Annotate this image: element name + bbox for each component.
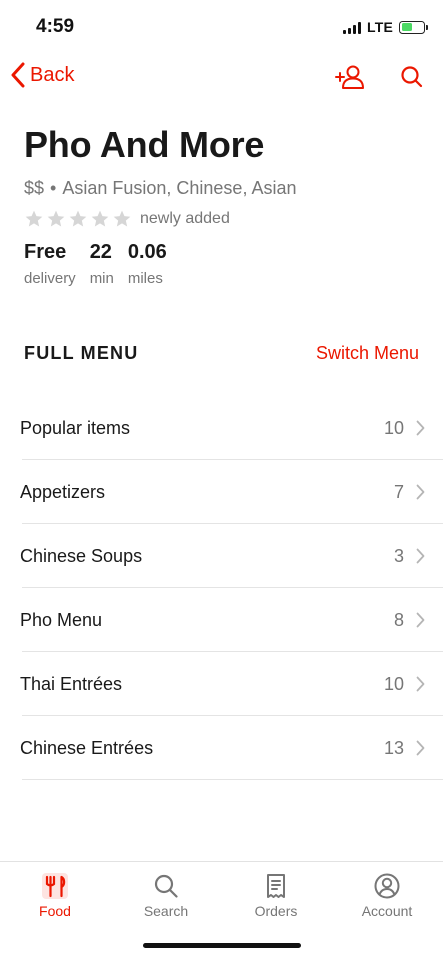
receipt-icon [267,874,285,898]
tab-label: Food [39,903,71,919]
chevron-right-icon [416,740,425,756]
delivery-stats: Free delivery 22 min 0.06 miles [24,241,419,287]
category-count: 10 [383,673,404,694]
tab-account[interactable]: Account [342,872,432,919]
menu-category-appetizers[interactable]: Appetizers 7 [0,460,443,524]
status-indicators: LTE [342,19,428,35]
group-order-icon [335,65,364,89]
menu-category-chinese-soups[interactable]: Chinese Soups 3 [0,524,443,588]
category-count: 8 [393,609,404,630]
chevron-right-icon [416,548,425,564]
category-name: Pho Menu [20,609,103,630]
chevron-right-icon [416,676,425,692]
account-icon [374,873,400,899]
delivery-time-stat: 22 min [90,241,114,287]
category-count: 7 [393,481,404,502]
store-header: Pho And More $$ • Asian Fusion, Chinese,… [24,124,419,287]
rating-text: newly added [140,210,230,227]
switch-menu-button[interactable]: Switch Menu [316,343,419,364]
category-name: Thai Entrées [20,673,123,694]
store-meta: $$ • Asian Fusion, Chinese, Asian [24,178,419,199]
tab-orders[interactable]: Orders [231,872,321,919]
category-name: Appetizers [20,481,106,502]
menu-heading: FULL MENU Switch Menu [24,343,419,364]
category-count: 10 [383,417,404,438]
meta-separator: • [50,178,57,198]
store-name: Pho And More [24,124,265,165]
nav-bar: Back [0,58,443,98]
status-bar: 4:59 LTE [0,0,443,52]
star-icon [25,210,43,227]
menu-category-popular-items[interactable]: Popular items 10 [0,396,443,460]
menu-category-pho-menu[interactable]: Pho Menu 8 [0,588,443,652]
cuisine-list: Asian Fusion, Chinese, Asian [62,178,297,198]
star-icon [91,210,109,227]
chevron-right-icon [416,484,425,500]
home-indicator [143,943,301,948]
category-name: Popular items [20,417,131,438]
menu-category-list: Popular items 10 Appetizers 7 Chinese So… [0,396,443,780]
group-order-button[interactable] [334,64,366,95]
stat-value: 22 [89,241,112,263]
search-icon [154,874,178,898]
stat-label: miles [127,270,163,287]
signal-icon [342,21,361,34]
chevron-left-icon [11,62,25,88]
stat-label: delivery [24,270,76,287]
star-icon [69,210,87,227]
chevron-right-icon [416,420,425,436]
network-type: LTE [366,19,393,35]
tab-label: Orders [254,903,298,919]
tab-label: Search [143,903,189,919]
delivery-fee-stat: Free delivery [24,241,76,287]
category-name: Chinese Soups [20,545,143,566]
menu-title: FULL MENU [24,343,139,363]
category-count: 3 [393,545,404,566]
stat-value: 0.06 [127,241,167,263]
fork-knife-icon [42,873,68,899]
menu-category-chinese-entrees[interactable]: Chinese Entrées 13 [0,716,443,780]
tab-food[interactable]: Food [10,872,100,919]
distance-stat: 0.06 miles [128,241,167,287]
category-count: 13 [383,737,404,758]
chevron-right-icon [416,612,425,628]
rating-row: newly added [24,209,419,229]
menu-category-thai-entrees[interactable]: Thai Entrées 10 [0,652,443,716]
tab-label: Account [361,903,413,919]
search-button[interactable] [400,64,424,95]
category-name: Chinese Entrées [20,737,154,758]
star-icon [47,210,65,227]
status-time: 4:59 [36,16,75,37]
star-icon [113,210,131,227]
battery-icon [399,20,428,34]
tab-search[interactable]: Search [121,872,211,919]
price-range: $$ [24,178,45,198]
search-icon [401,66,423,88]
stat-value: Free [24,241,67,263]
stat-label: min [89,270,114,287]
back-button[interactable]: Back [10,62,74,88]
back-label: Back [30,63,75,86]
